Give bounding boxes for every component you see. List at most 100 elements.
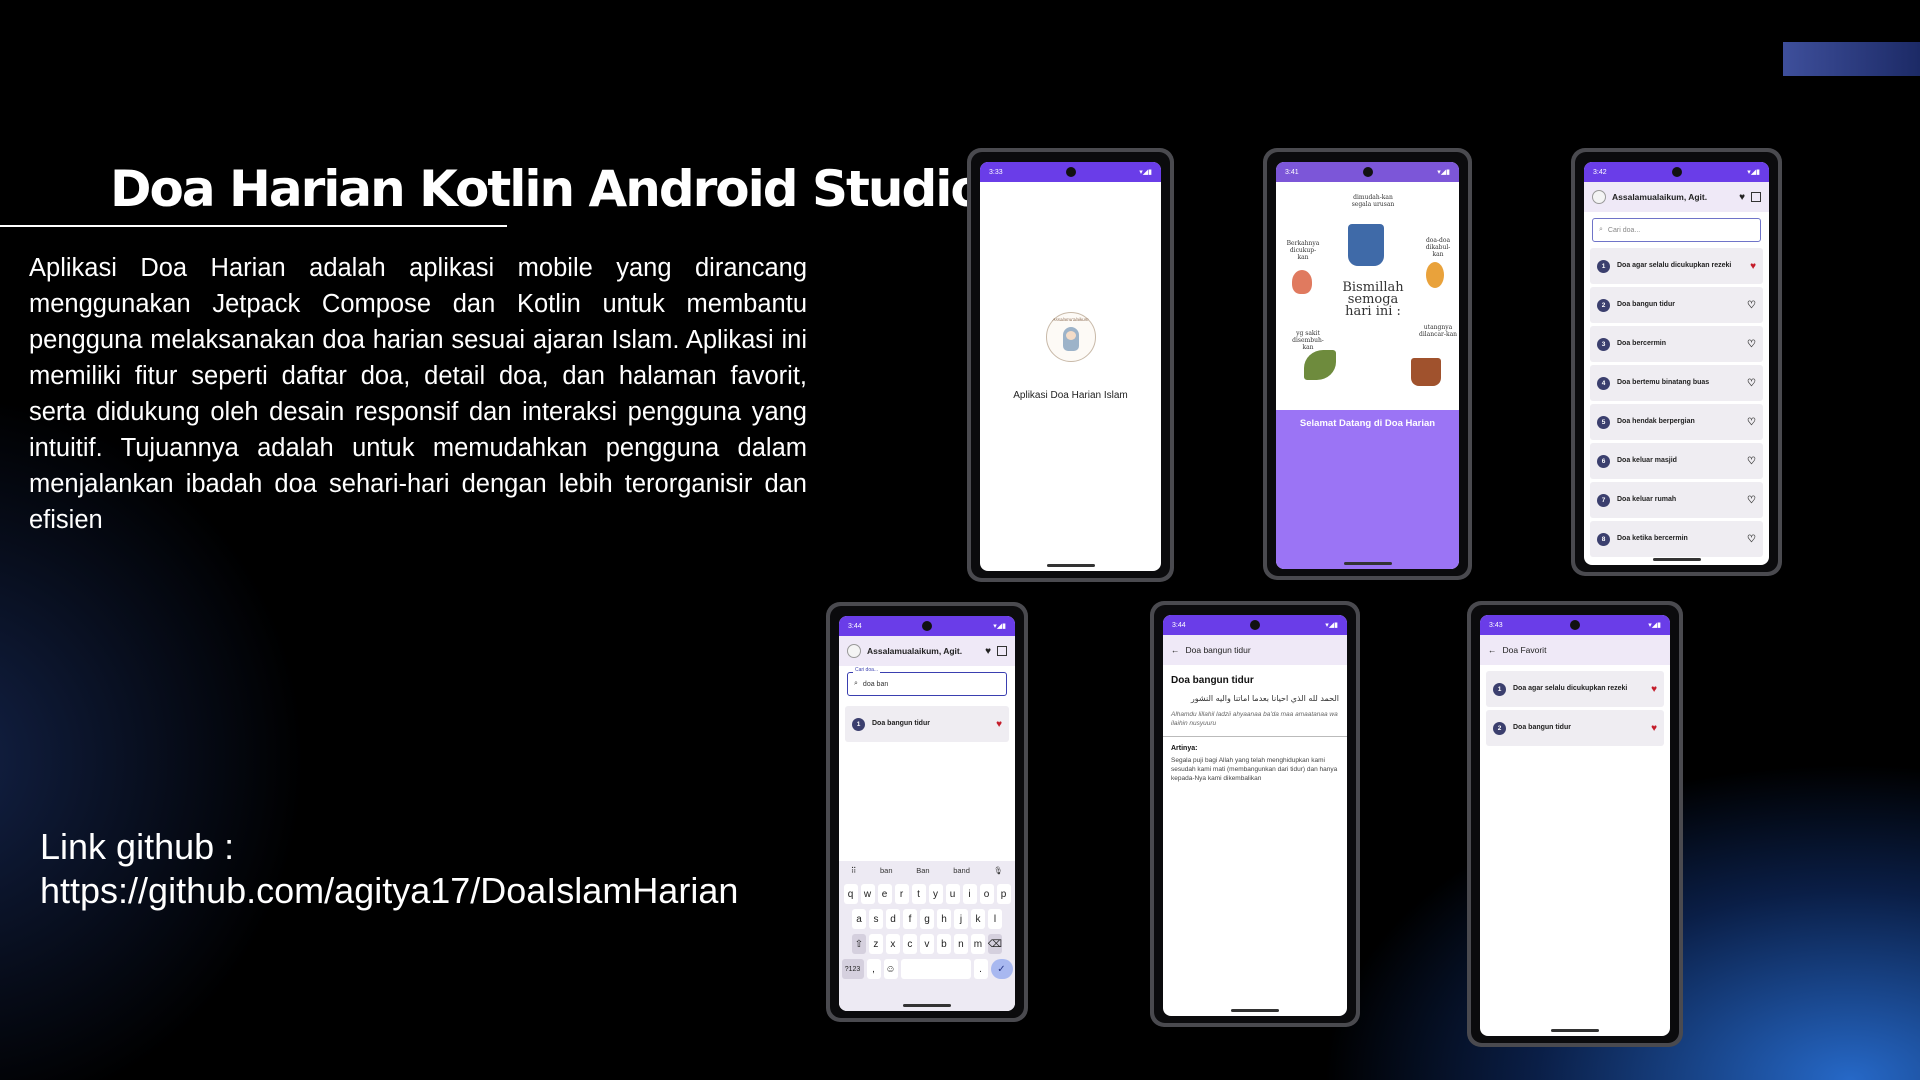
heart-outline-icon[interactable]: ♡ bbox=[1747, 456, 1756, 467]
phone-list: 3:42 ▾◢▮ Assalamualaikum, Agit. ♥ x ⌕ Ca… bbox=[1571, 148, 1782, 576]
list-item[interactable]: 2 Doa bangun tidur ♡ bbox=[1590, 287, 1763, 323]
camera-cutout bbox=[1065, 167, 1076, 177]
key[interactable]: c bbox=[902, 934, 917, 954]
key[interactable]: f bbox=[903, 909, 917, 929]
symbols-key[interactable]: ?123 bbox=[841, 959, 864, 979]
logout-icon[interactable]: x bbox=[997, 646, 1007, 656]
apps-grid-icon[interactable]: ⠿ bbox=[851, 866, 857, 875]
item-label: Doa bangun tidur bbox=[872, 720, 930, 727]
list-item[interactable]: 2 Doa bangun tidur ♥ bbox=[1486, 710, 1664, 746]
list-item[interactable]: 8 Doa ketika bercermin ♡ bbox=[1590, 521, 1763, 557]
key[interactable]: e bbox=[877, 884, 892, 904]
heart-outline-icon[interactable]: ♡ bbox=[1747, 378, 1756, 389]
signal-icon: ▾◢▮ bbox=[993, 623, 1006, 630]
favorites-heart-icon[interactable]: ♥ bbox=[1739, 192, 1745, 203]
favorites-heart-icon[interactable]: ♥ bbox=[985, 646, 991, 657]
key[interactable]: r bbox=[894, 884, 909, 904]
key[interactable]: a bbox=[852, 909, 866, 929]
heart-filled-icon[interactable]: ♥ bbox=[1651, 723, 1657, 734]
suggestion[interactable]: ban bbox=[880, 866, 893, 875]
key[interactable]: m bbox=[970, 934, 985, 954]
list-item[interactable]: 1 Doa agar selalu dicukupkan rezeki ♥ bbox=[1486, 671, 1664, 707]
list-item[interactable]: 1 Doa bangun tidur ♥ bbox=[845, 706, 1009, 742]
status-time: 3:43 bbox=[1489, 621, 1503, 629]
key[interactable]: y bbox=[928, 884, 943, 904]
heart-outline-icon[interactable]: ♡ bbox=[1747, 417, 1756, 428]
emoji-key-icon[interactable]: ☺ bbox=[883, 959, 898, 979]
shift-key-icon[interactable]: ⇧ bbox=[851, 934, 866, 954]
check-key-icon[interactable]: ✓ bbox=[990, 959, 1013, 979]
phone-detail: 3:44 ▾◢▮ ← Doa bangun tidur Doa bangun t… bbox=[1150, 601, 1360, 1027]
key[interactable]: t bbox=[911, 884, 926, 904]
key[interactable]: l bbox=[988, 909, 1002, 929]
key[interactable]: n bbox=[953, 934, 968, 954]
period-key[interactable]: . bbox=[973, 959, 988, 979]
mic-icon[interactable]: 🎙 bbox=[994, 866, 1004, 875]
heart-filled-icon[interactable]: ♥ bbox=[1651, 684, 1657, 695]
item-label: Doa agar selalu dicukupkan rezeki bbox=[1617, 262, 1732, 269]
heart-outline-icon[interactable]: ♡ bbox=[1747, 495, 1756, 506]
item-label: Doa bercermin bbox=[1617, 340, 1667, 347]
space-key[interactable] bbox=[900, 959, 971, 979]
key[interactable]: j bbox=[954, 909, 968, 929]
suggestion[interactable]: Ban bbox=[916, 866, 929, 875]
title-underline bbox=[0, 225, 507, 227]
backspace-key-icon[interactable]: ⌫ bbox=[987, 934, 1003, 954]
search-input[interactable]: Cari doa... ⌕ doa ban bbox=[847, 667, 1007, 696]
status-bar: 3:33 ▾◢▮ bbox=[980, 162, 1161, 182]
key[interactable]: o bbox=[979, 884, 994, 904]
heart-outline-icon[interactable]: ♡ bbox=[1747, 534, 1756, 545]
camera-cutout bbox=[1671, 167, 1682, 177]
github-link[interactable]: https://github.com/agitya17/DoaIslamHari… bbox=[40, 869, 738, 913]
key[interactable]: z bbox=[868, 934, 883, 954]
list-item[interactable]: 4 Doa bertemu binatang buas ♡ bbox=[1590, 365, 1763, 401]
greeting-text: Assalamualaikum, Agit. bbox=[867, 646, 963, 656]
key[interactable]: p bbox=[996, 884, 1011, 904]
heart-filled-icon[interactable]: ♥ bbox=[1750, 261, 1756, 272]
key[interactable]: h bbox=[937, 909, 951, 929]
search-input[interactable]: ⌕ Cari doa... bbox=[1592, 218, 1761, 242]
heart-filled-icon[interactable]: ♥ bbox=[996, 719, 1002, 730]
item-label: Doa ketika bercermin bbox=[1617, 535, 1688, 542]
suggestion[interactable]: band bbox=[953, 866, 970, 875]
key[interactable]: b bbox=[936, 934, 951, 954]
signal-icon: ▾◢▮ bbox=[1139, 169, 1152, 176]
key[interactable]: k bbox=[971, 909, 985, 929]
key[interactable]: s bbox=[869, 909, 883, 929]
list-item[interactable]: 3 Doa bercermin ♡ bbox=[1590, 326, 1763, 362]
meaning-label: Artinya: bbox=[1171, 745, 1198, 752]
heart-outline-icon[interactable]: ♡ bbox=[1747, 300, 1756, 311]
camera-cutout bbox=[922, 621, 932, 631]
flower-icon bbox=[1426, 262, 1444, 288]
back-arrow-icon[interactable]: ← bbox=[1171, 645, 1180, 655]
appbar-title: Doa Favorit bbox=[1502, 645, 1547, 655]
heart-outline-icon[interactable]: ♡ bbox=[1747, 339, 1756, 350]
key[interactable]: v bbox=[919, 934, 934, 954]
list-item[interactable]: 7 Doa keluar rumah ♡ bbox=[1590, 482, 1763, 518]
key[interactable]: d bbox=[886, 909, 900, 929]
back-arrow-icon[interactable]: ← bbox=[1488, 645, 1497, 655]
key[interactable]: w bbox=[860, 884, 875, 904]
key[interactable]: u bbox=[945, 884, 960, 904]
search-caption: Cari doa... bbox=[853, 667, 881, 673]
list-item[interactable]: 6 Doa keluar masjid ♡ bbox=[1590, 443, 1763, 479]
detail-screen: 3:44 ▾◢▮ ← Doa bangun tidur Doa bangun t… bbox=[1163, 615, 1347, 1016]
key[interactable]: i bbox=[962, 884, 977, 904]
status-time: 3:33 bbox=[989, 168, 1003, 176]
top-app-bar: ← Doa Favorit bbox=[1480, 635, 1670, 665]
item-number: 2 bbox=[1597, 298, 1610, 312]
github-block: Link github : https://github.com/agitya1… bbox=[40, 825, 738, 913]
key[interactable]: q bbox=[843, 884, 858, 904]
list-item[interactable]: 5 Doa hendak berpergian ♡ bbox=[1590, 404, 1763, 440]
home-indicator bbox=[1652, 558, 1701, 561]
art-text-right: doa-doa dikabul-kan bbox=[1425, 237, 1451, 258]
slide-title: Doa Harian Kotlin Android Studio bbox=[110, 160, 985, 218]
logout-icon[interactable]: x bbox=[1751, 192, 1761, 202]
key[interactable]: x bbox=[885, 934, 900, 954]
home-indicator bbox=[1551, 1029, 1599, 1032]
arabic-text: الحمد لله الذي احيانا بعدما اماتنا واليه… bbox=[1190, 694, 1339, 703]
comma-key[interactable]: , bbox=[866, 959, 881, 979]
key[interactable]: g bbox=[920, 909, 934, 929]
list-item[interactable]: 1 Doa agar selalu dicukupkan rezeki ♥ bbox=[1590, 248, 1763, 284]
item-number: 5 bbox=[1597, 415, 1610, 429]
